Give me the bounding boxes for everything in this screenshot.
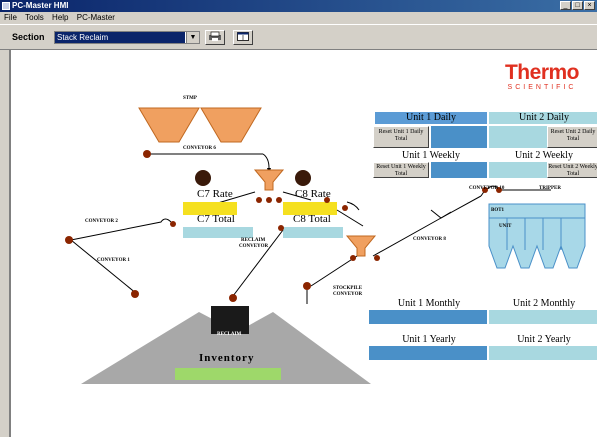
conveyor10-label: CONVEYOR 10 bbox=[469, 186, 505, 191]
unit2-monthly-value bbox=[489, 310, 597, 324]
c7-total-label: C7 Total bbox=[197, 213, 235, 225]
conveyor6-label: CONVEYOR 6 bbox=[183, 146, 216, 151]
unit1-daily-value bbox=[431, 126, 487, 148]
reset-unit1-daily-button[interactable]: Reset Unit 1 Daily Total bbox=[373, 126, 429, 148]
motor-dot bbox=[256, 197, 262, 203]
print-button[interactable] bbox=[205, 30, 225, 45]
logo-line2: SCIENTIFIC bbox=[507, 84, 577, 91]
tripper-label: TRIPPER bbox=[539, 186, 561, 191]
motor-icon bbox=[295, 170, 311, 186]
feed-line bbox=[336, 209, 364, 227]
unit2-yearly-value bbox=[489, 346, 597, 360]
reset-unit2-weekly-button[interactable]: Reset Unit 2 Weekly Total bbox=[547, 162, 597, 178]
hopper-right bbox=[200, 107, 262, 143]
section-select[interactable]: Stack Reclaim ▼ bbox=[54, 31, 200, 44]
unit1-weekly-value bbox=[431, 162, 487, 178]
stockpile-funnel bbox=[345, 235, 377, 257]
maximize-button[interactable]: □ bbox=[572, 1, 583, 10]
menu-file[interactable]: File bbox=[4, 13, 17, 22]
window-button[interactable] bbox=[233, 30, 253, 45]
c7-total-value bbox=[183, 227, 253, 238]
close-button[interactable]: × bbox=[584, 1, 595, 10]
minimize-button[interactable]: _ bbox=[560, 1, 571, 10]
unit2-weekly-value bbox=[489, 162, 547, 178]
menu-bar: File Tools Help PC-Master bbox=[0, 12, 597, 24]
reclaim-grate bbox=[211, 306, 249, 334]
stmp-label: STMP bbox=[183, 96, 197, 101]
unit2-daily-header: Unit 2 Daily bbox=[489, 112, 597, 124]
bin-label-2: UNIT bbox=[499, 224, 512, 229]
conveyor1-label: CONVEYOR 1 bbox=[97, 258, 130, 263]
conveyor8-belt bbox=[372, 195, 482, 257]
menu-help[interactable]: Help bbox=[52, 13, 68, 22]
conveyor6-end bbox=[262, 153, 270, 169]
app-icon bbox=[2, 2, 10, 10]
logo-line1: Thermo bbox=[504, 61, 580, 84]
unit2-yearly-header: Unit 2 Yearly bbox=[517, 334, 571, 345]
section-label: Section bbox=[12, 32, 45, 42]
motor-dot bbox=[303, 282, 311, 290]
inventory-value bbox=[175, 368, 281, 380]
reclaim-label: RECLAIM bbox=[217, 332, 242, 337]
unit1-yearly-header: Unit 1 Yearly bbox=[402, 334, 456, 345]
conveyor1-belt bbox=[70, 239, 138, 295]
window-controls: _ □ × bbox=[560, 1, 595, 10]
motor-dot bbox=[131, 290, 139, 298]
unit1-weekly-header: Unit 1 Weekly bbox=[402, 150, 460, 161]
motor-dot bbox=[266, 197, 272, 203]
hmi-canvas: Thermo SCIENTIFIC STMP CONVEYOR 6 CONVEY… bbox=[9, 50, 597, 437]
menu-pc-master[interactable]: PC-Master bbox=[77, 13, 115, 22]
unit1-monthly-value bbox=[369, 310, 487, 324]
inventory-label: Inventory bbox=[199, 352, 255, 364]
bin-label-1: BOT1 bbox=[491, 208, 505, 213]
motor-dot bbox=[350, 255, 356, 261]
section-select-value: Stack Reclaim bbox=[55, 32, 185, 43]
reclaim-conveyor-label-1: RECLAIM bbox=[241, 238, 266, 243]
unit2-daily-value bbox=[489, 126, 547, 148]
toolbar: Section Stack Reclaim ▼ bbox=[0, 24, 597, 50]
motor-dot bbox=[229, 294, 237, 302]
window-icon bbox=[237, 32, 249, 41]
feed-line bbox=[346, 201, 360, 211]
diverter-funnel bbox=[253, 169, 285, 191]
stockpile-conveyor-label-2: CONVEYOR bbox=[333, 292, 363, 297]
hopper-left bbox=[138, 107, 200, 143]
unit2-weekly-header: Unit 2 Weekly bbox=[515, 150, 573, 161]
unit1-daily-header: Unit 1 Daily bbox=[375, 112, 487, 124]
conveyor2-label: CONVEYOR 2 bbox=[85, 219, 118, 224]
motor-dot bbox=[342, 205, 348, 211]
c8-rate-label: C8 Rate bbox=[295, 188, 331, 200]
chevron-down-icon[interactable]: ▼ bbox=[186, 32, 199, 43]
tripper-diverter bbox=[430, 209, 452, 219]
motor-dot bbox=[374, 255, 380, 261]
title-bar: PC-Master HMI _ □ × bbox=[0, 0, 597, 12]
unit1-monthly-header: Unit 1 Monthly bbox=[397, 298, 461, 309]
c8-total-value bbox=[283, 227, 343, 238]
c7-rate-label: C7 Rate bbox=[197, 188, 233, 200]
print-icon bbox=[209, 31, 221, 41]
unit2-monthly-header: Unit 2 Monthly bbox=[512, 298, 576, 309]
unit1-yearly-value bbox=[369, 346, 487, 360]
process-diagram bbox=[65, 107, 586, 384]
reset-unit2-daily-button[interactable]: Reset Unit 2 Daily Total bbox=[547, 126, 597, 148]
motor-dot bbox=[143, 150, 151, 158]
c8-total-label: C8 Total bbox=[293, 213, 331, 225]
motor-dot bbox=[65, 236, 73, 244]
motor-icon bbox=[195, 170, 211, 186]
reclaim-conveyor-label-2: CONVEYOR bbox=[239, 244, 269, 249]
menu-tools[interactable]: Tools bbox=[25, 13, 44, 22]
stockpile-conveyor-belt bbox=[310, 255, 358, 287]
motor-dot bbox=[278, 225, 284, 231]
window-title: PC-Master HMI bbox=[12, 1, 69, 10]
reset-unit1-weekly-button[interactable]: Reset Unit 1 Weekly Total bbox=[373, 162, 429, 178]
conveyor8-label: CONVEYOR 8 bbox=[413, 237, 446, 242]
stockpile-conveyor-label-1: STOCKPILE bbox=[333, 286, 363, 291]
thermo-logo: Thermo SCIENTIFIC bbox=[504, 61, 580, 92]
motor-dot bbox=[170, 221, 176, 227]
motor-dot bbox=[276, 197, 282, 203]
